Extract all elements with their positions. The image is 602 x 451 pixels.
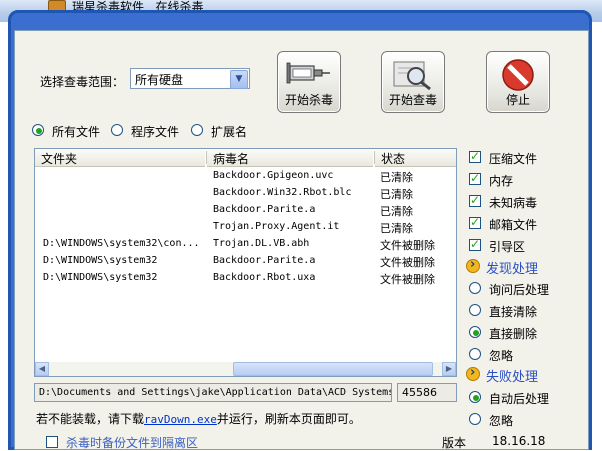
scan-scope-value: 所有硬盘 <box>135 73 184 87</box>
found-handling-title: 发现处理 <box>486 262 539 277</box>
all-files-radio[interactable] <box>32 124 44 136</box>
program-files-radio[interactable] <box>111 124 123 136</box>
unknown-virus-label: 未知病毒 <box>489 196 538 210</box>
stop-label: 停止 <box>505 93 530 107</box>
ignore-fail-radio[interactable] <box>469 413 481 425</box>
boot-sector-checkbox[interactable] <box>469 237 481 251</box>
direct-delete-label: 直接删除 <box>489 327 538 341</box>
file-count-field: 45586 <box>397 383 457 402</box>
section-arrow-icon <box>466 257 480 273</box>
all-files-label: 所有文件 <box>52 125 101 139</box>
syringe-icon <box>286 58 332 90</box>
ignore-found-label: 忽略 <box>489 349 514 363</box>
direct-clean-label: 直接清除 <box>489 305 538 319</box>
auto-handle-label: 自动后处理 <box>489 392 550 406</box>
unknown-virus-checkbox[interactable] <box>469 193 481 207</box>
horizontal-scrollbar[interactable]: ◀ ▶ <box>35 362 456 376</box>
memory-label: 内存 <box>489 174 514 188</box>
table-row[interactable]: Backdoor.Parite.a 已清除 <box>35 202 456 219</box>
scan-scope-label: 选择查毒范围： <box>40 75 125 89</box>
boot-sector-label: 引导区 <box>489 240 526 254</box>
column-header-virus[interactable]: 病毒名 <box>207 149 373 167</box>
current-path-field: D:\Documents and Settings\jake\Applicati… <box>34 383 392 402</box>
scroll-left-icon[interactable]: ◀ <box>35 362 49 376</box>
compressed-files-label: 压缩文件 <box>489 152 538 166</box>
scroll-right-icon[interactable]: ▶ <box>442 362 456 376</box>
fail-handling-title: 失败处理 <box>486 370 539 385</box>
table-row[interactable]: Backdoor.Gpigeon.uvc 已清除 <box>35 168 456 185</box>
virus-list[interactable]: 文件夹 病毒名 状态 Backdoor.Gpigeon.uvc 已清除 Back… <box>34 148 457 377</box>
table-row[interactable]: D:\WINDOWS\system32 Backdoor.Parite.a 文件… <box>35 253 456 270</box>
start-scan-button[interactable]: 开始查毒 <box>381 51 445 113</box>
ask-handle-label: 询问后处理 <box>489 283 550 297</box>
table-row[interactable]: Trojan.Proxy.Agent.it 已清除 <box>35 219 456 236</box>
magnifier-icon <box>390 58 436 92</box>
mail-files-checkbox[interactable] <box>469 215 481 229</box>
direct-clean-radio[interactable] <box>469 304 481 316</box>
extension-radio[interactable] <box>191 124 203 136</box>
mail-files-label: 邮箱文件 <box>489 218 538 232</box>
section-arrow-icon <box>466 365 480 381</box>
download-link[interactable]: ravDown.exe <box>144 413 217 426</box>
download-notice: 若不能装载，请下载ravDown.exe并运行，刷新本页面即可。 <box>36 412 361 426</box>
scrollbar-thumb[interactable] <box>233 362 433 376</box>
memory-checkbox[interactable] <box>469 171 481 185</box>
chevron-down-icon[interactable]: ▼ <box>230 70 248 89</box>
table-row[interactable]: D:\WINDOWS\system32 Backdoor.Rbot.uxa 文件… <box>35 270 456 287</box>
start-kill-button[interactable]: 开始杀毒 <box>277 51 341 113</box>
table-row[interactable]: D:\WINDOWS\system32\con... Trojan.DL.VB.… <box>35 236 456 253</box>
version-value: 18.16.18 <box>492 434 546 448</box>
column-header-status[interactable]: 状态 <box>375 149 456 167</box>
ignore-fail-label: 忽略 <box>489 414 514 428</box>
scan-scope-select[interactable]: 所有硬盘 ▼ <box>130 68 250 89</box>
backup-checkbox[interactable] <box>46 436 58 448</box>
auto-handle-radio[interactable] <box>469 391 481 403</box>
start-scan-label: 开始查毒 <box>388 93 437 107</box>
program-files-label: 程序文件 <box>131 125 180 139</box>
column-header-folder[interactable]: 文件夹 <box>35 149 205 167</box>
ignore-found-radio[interactable] <box>469 348 481 360</box>
stop-sign-icon <box>501 58 535 92</box>
start-kill-label: 开始杀毒 <box>284 93 333 107</box>
stop-button[interactable]: 停止 <box>486 51 550 113</box>
compressed-files-checkbox[interactable] <box>469 149 481 163</box>
table-row[interactable]: Backdoor.Win32.Rbot.blc 已清除 <box>35 185 456 202</box>
direct-delete-radio[interactable] <box>469 326 481 338</box>
extension-label: 扩展名 <box>211 125 248 139</box>
ask-handle-radio[interactable] <box>469 282 481 294</box>
